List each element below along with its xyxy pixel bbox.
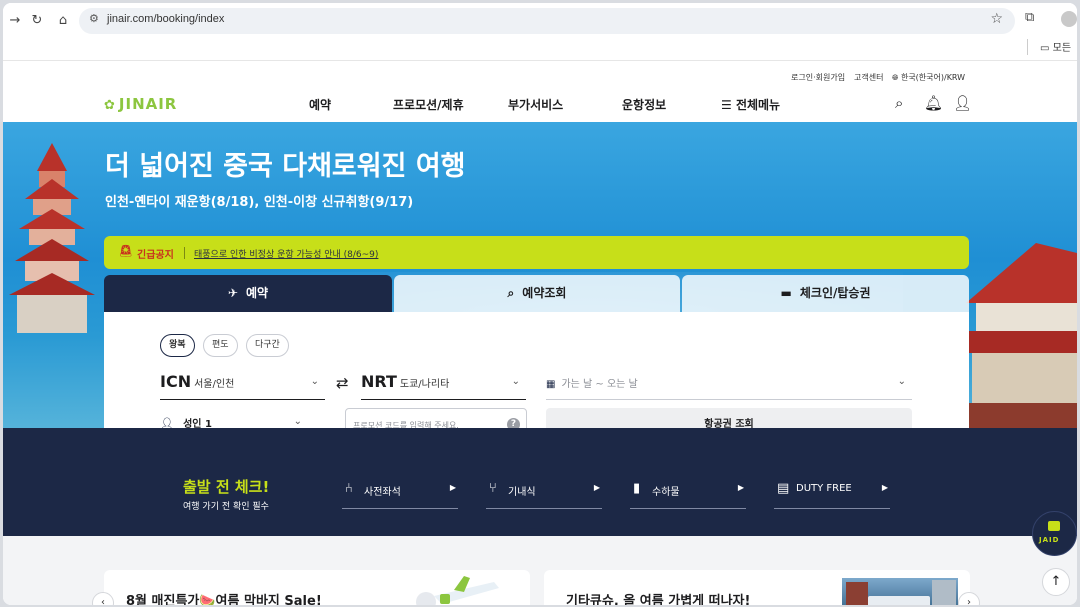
chevron-down-icon: ⌄ (310, 376, 319, 387)
airplane-illustration (416, 576, 499, 605)
logo-text: JINAIR (118, 95, 178, 113)
tab-booking[interactable]: ✈ 예약 (104, 275, 392, 312)
building-shape (846, 582, 868, 605)
all-menu-label: 전체메뉴 (735, 98, 781, 112)
arrow-right-icon: ▶ (881, 483, 888, 492)
support-link[interactable]: 고객센터 (854, 72, 883, 83)
check-item-label: 기내식 (508, 487, 536, 498)
destination-code: NRT (361, 372, 397, 391)
meal-icon: ⑂ (489, 481, 497, 496)
locale-selector[interactable]: 🌐︎ 한국(한국어)/KRW (892, 72, 965, 83)
hamburger-icon: ☰ (721, 98, 736, 112)
booking-tabs: ✈ 예약 ⌕ 예약조회 ▬ 체크인/탑승권 (104, 275, 969, 312)
pagoda-illustration (9, 143, 95, 333)
palace-illustration (966, 243, 1077, 433)
folder-icon: ▭ (1040, 43, 1050, 54)
bookmark-star-icon[interactable]: ☆ (990, 11, 1003, 27)
nav-flight-info[interactable]: 운항정보 (622, 96, 666, 113)
check-item-label: DUTY FREE (796, 483, 852, 494)
origin-city: 서울/인천 (194, 379, 235, 390)
departure-check-subtitle: 여행 가기 전 확인 필수 (183, 502, 269, 512)
bell-icon[interactable]: 🔔︎ (924, 94, 943, 112)
home-icon[interactable]: ⌂ (51, 9, 75, 33)
site-info-icon[interactable]: ⚙ (89, 12, 99, 25)
notice-tag: 긴급공지 (137, 250, 174, 261)
trip-roundtrip[interactable]: 왕복 (160, 334, 195, 357)
tab-checkin-label: 체크인/탑승권 (799, 286, 871, 300)
forward-icon[interactable]: → (3, 9, 27, 33)
baggage-icon: ▮ (633, 481, 641, 496)
duty-free-icon: ▤ (777, 481, 790, 496)
promo-card-title: 기타큐슈, 올 여름 가볍게 떠나자! (566, 594, 751, 605)
scroll-to-top-button[interactable]: ↑ (1042, 568, 1070, 596)
trip-multicity[interactable]: 다구간 (246, 334, 289, 357)
robot-icon (1048, 521, 1060, 531)
profile-avatar[interactable] (1061, 11, 1077, 27)
date-range-field[interactable]: ▦ 가는 날 ~ 오는 날 ⌄ (546, 372, 912, 400)
address-bar[interactable]: ⚙ jinair.com/booking/index ☆ (79, 8, 1015, 34)
emergency-notice[interactable]: 🚨︎ 긴급공지 태풍으로 인한 비정상 운항 가능성 안내 (8/6~9) (104, 236, 969, 269)
calendar-icon: ▦ (546, 379, 556, 390)
globe-icon: 🌐︎ (892, 73, 901, 82)
promo-card-1[interactable]: 8월 매진특가🍉여름 막바지 Sale! (104, 570, 530, 605)
arrow-right-icon: ▶ (593, 483, 600, 492)
promo-card-title: 8월 매진특가🍉여름 막바지 Sale! (126, 594, 322, 605)
check-item-label: 사전좌석 (364, 487, 401, 498)
check-item-meal[interactable]: ⑂ 기내식 ▶ (486, 477, 602, 509)
extensions-icon[interactable]: ⧉ (1025, 10, 1034, 25)
url-text: jinair.com/booking/index (107, 13, 225, 25)
user-icon[interactable]: 👤︎ (953, 94, 972, 112)
notice-link[interactable]: 태풍으로 인한 비정상 운항 가능성 안내 (8/6~9) (194, 247, 378, 260)
kitakyushu-photo (842, 578, 958, 605)
check-item-seat[interactable]: ⑃ 사전좌석 ▶ (342, 477, 458, 509)
tab-booking-label: 예약 (245, 286, 269, 300)
locale-label: 한국(한국어)/KRW (900, 73, 966, 82)
search-icon: ⌕ (507, 286, 515, 300)
departure-check-title: 출발 전 체크! (183, 478, 270, 496)
destination-city: 도쿄/나리타 (399, 379, 450, 390)
bookmarks-label: 모든 (1052, 43, 1072, 54)
chevron-down-icon: ⌄ (511, 376, 520, 387)
nav-promotions[interactable]: 프로모션/제휴 (393, 96, 464, 113)
tab-lookup-label: 예약조회 (522, 286, 567, 300)
login-link[interactable]: 로그인·회원가입 (791, 72, 845, 83)
tab-reservation-lookup[interactable]: ⌕ 예약조회 (394, 275, 680, 312)
trip-oneway[interactable]: 편도 (203, 334, 238, 357)
chevron-down-icon: ⌄ (897, 376, 906, 387)
destination-select[interactable]: NRT 도쿄/나리타 ⌄ (361, 372, 526, 400)
ticket-icon: ▬ (780, 286, 792, 300)
browser-toolbar: → ↻ ⌂ ⚙ jinair.com/booking/index ☆ ⧉ ▭ 모… (3, 3, 1077, 61)
notice-divider (184, 247, 185, 259)
tab-checkin[interactable]: ▬ 체크인/탑승권 (682, 275, 969, 312)
chevron-down-icon: ⌄ (293, 416, 302, 427)
jaid-chatbot-button[interactable]: JAID (1032, 511, 1077, 556)
plane-icon: ✈ (227, 286, 238, 300)
nav-booking[interactable]: 예약 (309, 96, 331, 113)
check-item-baggage[interactable]: ▮ 수하물 ▶ (630, 477, 746, 509)
hero-subtitle: 인천-옌타이 재운항(8/18), 인천-이창 신규취항(9/17) (105, 195, 414, 210)
arrow-right-icon: ▶ (449, 483, 456, 492)
check-item-duty-free[interactable]: ▤ DUTY FREE ▶ (774, 477, 890, 509)
search-icon[interactable]: ⌕ (895, 94, 903, 112)
reload-icon[interactable]: ↻ (25, 9, 49, 33)
promo-card-2[interactable]: 기타큐슈, 올 여름 가볍게 떠나자! (544, 570, 970, 605)
nav-all-menu[interactable]: ☰ 전체메뉴 (721, 96, 780, 113)
building-shape (932, 580, 956, 605)
date-placeholder: 가는 날 ~ 오는 날 (561, 379, 638, 390)
origin-code: ICN (160, 372, 192, 391)
siren-icon: 🚨︎ (118, 244, 134, 258)
check-item-label: 수하물 (652, 487, 680, 498)
butterfly-icon: ✿ (104, 98, 116, 113)
jinair-logo[interactable]: ✿ JINAIR (104, 95, 177, 113)
jaid-label: JAID (1039, 536, 1060, 544)
arrow-right-icon: ▶ (737, 483, 744, 492)
swap-icon[interactable]: ⇄ (336, 374, 349, 392)
origin-select[interactable]: ICN 서울/인천 ⌄ (160, 372, 325, 400)
bus-shape (868, 596, 930, 605)
nav-extra-services[interactable]: 부가서비스 (508, 96, 563, 113)
hero-title: 더 넓어진 중국 다채로워진 여행 (105, 151, 466, 182)
browser-window: → ↻ ⌂ ⚙ jinair.com/booking/index ☆ ⧉ ▭ 모… (3, 3, 1077, 605)
seat-icon: ⑃ (345, 481, 353, 496)
all-bookmarks[interactable]: ▭ 모든 (1027, 39, 1071, 55)
